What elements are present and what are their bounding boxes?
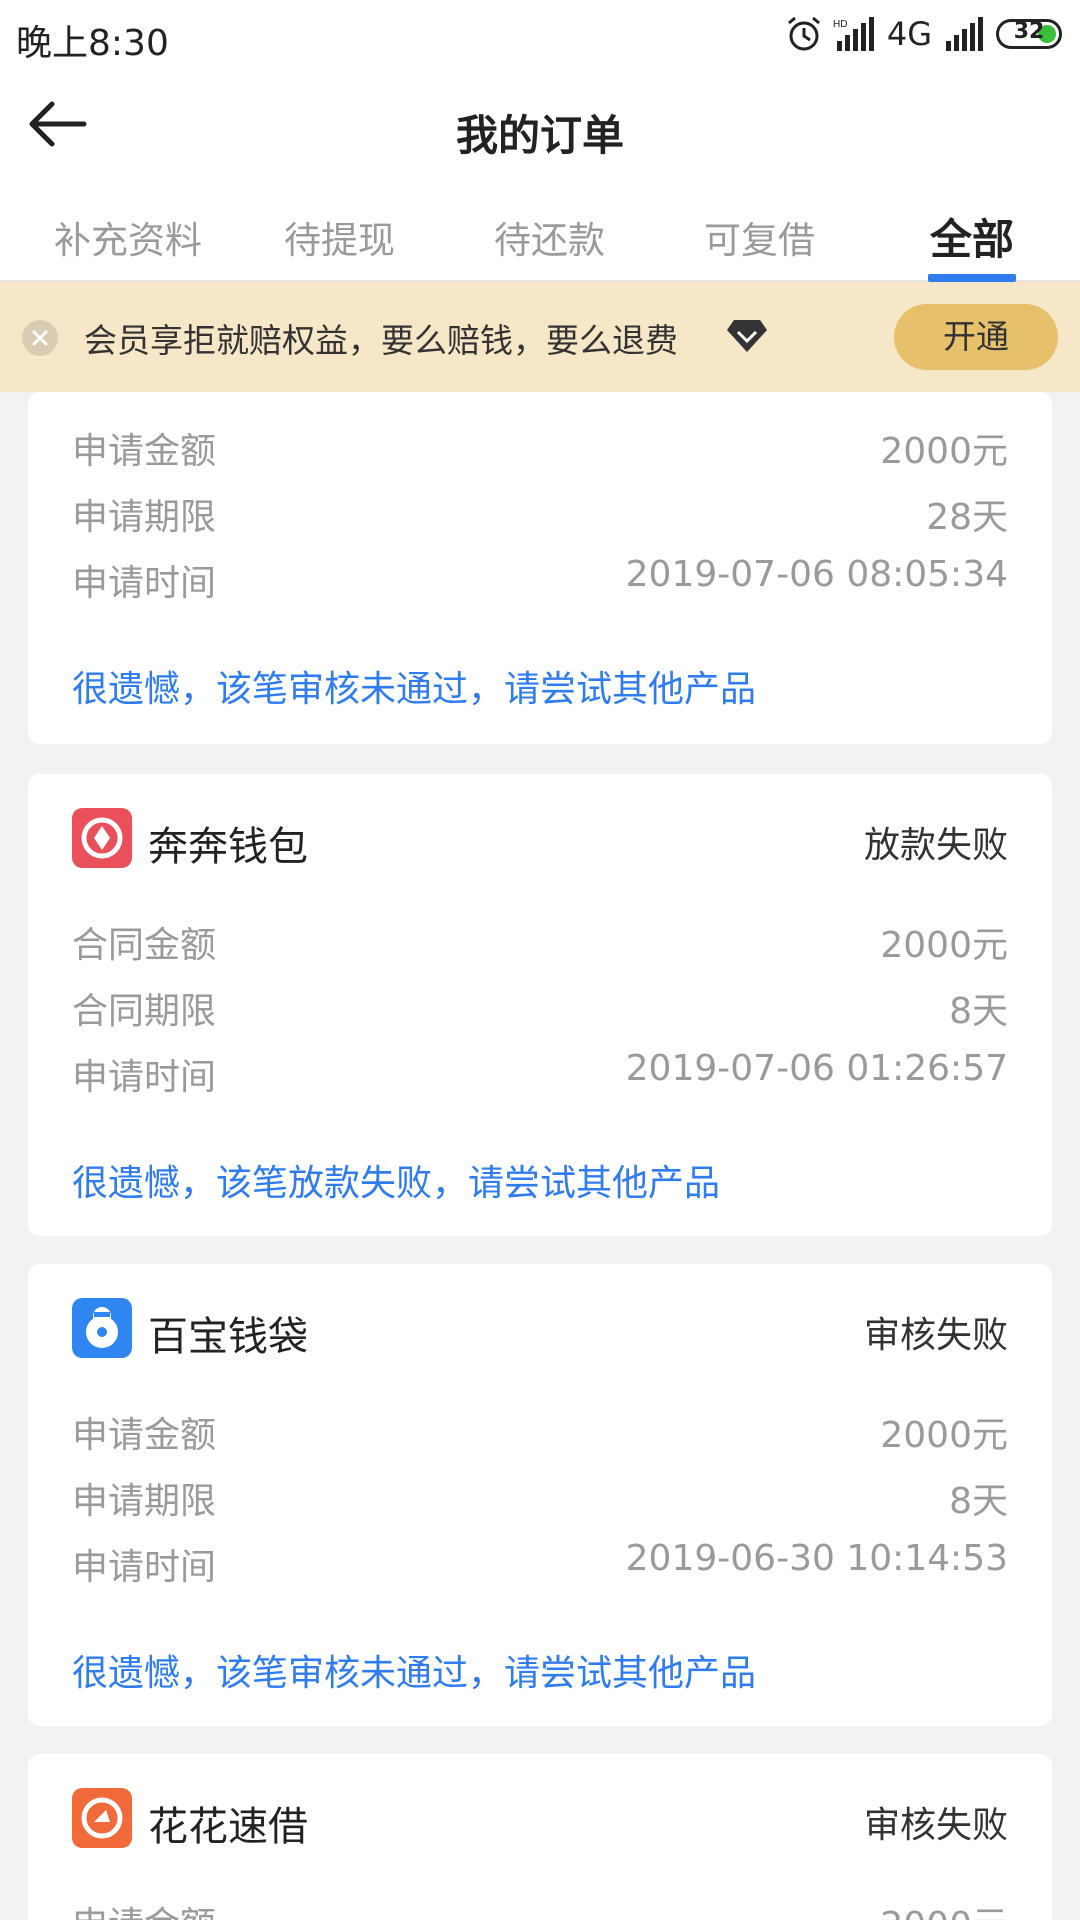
order-row: 申请金额 2000元 (72, 1896, 1008, 1920)
row-label: 申请期限 (72, 1481, 217, 1522)
row-label: 申请时间 (72, 563, 217, 604)
tab-supplement-info[interactable]: 补充资料 (54, 210, 202, 264)
row-value: 2000元 (880, 925, 1008, 966)
order-row: 申请时间 2019-06-30 10:14:53 (72, 1538, 1008, 1588)
row-label: 申请时间 (72, 1057, 217, 1098)
close-icon[interactable] (22, 320, 58, 356)
row-value: 2000元 (880, 431, 1008, 472)
order-row: 申请金额 2000元 (72, 1406, 1008, 1456)
banner-text: 会员享拒就赔权益，要么赔钱，要么退费 (84, 321, 678, 360)
order-row: 申请期限 8天 (72, 1472, 1008, 1522)
row-value: 2000元 (880, 1896, 1008, 1920)
order-card-header: 百宝钱袋 审核失败 (72, 1298, 1008, 1360)
row-value: 8天 (949, 1481, 1008, 1522)
row-label: 申请期限 (72, 497, 217, 538)
tab-pending-withdraw[interactable]: 待提现 (284, 210, 395, 264)
row-value: 2019-06-30 10:14:53 (625, 1538, 1008, 1579)
row-label: 合同金额 (72, 925, 217, 966)
signal-icon (946, 17, 983, 51)
membership-banner: 会员享拒就赔权益，要么赔钱，要么退费 开通 (0, 282, 1080, 392)
row-label: 申请金额 (72, 431, 217, 472)
row-value: 2000元 (880, 1415, 1008, 1456)
app-name: 花花速借 (148, 1804, 308, 1850)
app-name: 奔奔钱包 (148, 824, 308, 870)
order-status: 审核失败 (863, 1805, 1008, 1846)
row-value: 28天 (926, 497, 1008, 538)
alarm-icon (787, 16, 820, 51)
tab-all[interactable]: 全部 (930, 206, 1014, 267)
signal-hd-icon: HD (833, 17, 874, 51)
order-row: 合同金额 2000元 (72, 916, 1008, 966)
row-value: 2019-07-06 08:05:34 (625, 554, 1008, 595)
order-message: 很遗憾，该笔审核未通过，请尝试其他产品 (72, 1653, 757, 1694)
order-card[interactable]: 百宝钱袋 审核失败 申请金额 2000元 申请期限 8天 申请时间 2019-0… (28, 1264, 1052, 1726)
order-message: 很遗憾，该笔放款失败，请尝试其他产品 (72, 1163, 721, 1204)
row-value: 2019-07-06 01:26:57 (625, 1048, 1008, 1089)
order-message: 很遗憾，该笔审核未通过，请尝试其他产品 (72, 669, 757, 710)
battery-icon: 32 (996, 19, 1062, 49)
network-type: 4G (886, 15, 932, 53)
status-time: 晚上8:30 (16, 23, 169, 64)
app-name: 百宝钱袋 (148, 1314, 308, 1360)
status-bar: 晚上8:30 HD 4G 32 (0, 0, 1080, 68)
order-card[interactable]: 申请金额 2000元 申请期限 28天 申请时间 2019-07-06 08:0… (28, 392, 1052, 744)
activate-button[interactable]: 开通 (894, 304, 1058, 370)
order-row: 申请金额 2000元 (72, 422, 1008, 472)
tab-reborrow[interactable]: 可复借 (704, 210, 815, 264)
huahua-sujie-logo-icon (72, 1788, 132, 1848)
header: 我的订单 (0, 68, 1080, 186)
order-row: 申请期限 28天 (72, 488, 1008, 538)
order-row: 合同期限 8天 (72, 982, 1008, 1032)
baibao-qiandai-logo-icon (72, 1298, 132, 1358)
row-label: 申请金额 (72, 1896, 216, 1920)
order-card[interactable]: 花花速借 审核失败 申请金额 2000元 (28, 1754, 1052, 1920)
svg-text:HD: HD (833, 19, 847, 30)
order-status: 放款失败 (863, 825, 1008, 866)
status-icons: HD 4G 32 (785, 14, 1062, 54)
row-label: 申请金额 (72, 1415, 217, 1456)
order-tabs: 补充资料 待提现 待还款 可复借 全部 (0, 186, 1080, 282)
diamond-icon (727, 320, 767, 352)
row-value: 8天 (949, 991, 1008, 1032)
order-row: 申请时间 2019-07-06 01:26:57 (72, 1048, 1008, 1098)
row-label: 合同期限 (72, 991, 217, 1032)
order-card-header: 奔奔钱包 放款失败 (72, 808, 1008, 870)
active-tab-indicator (928, 274, 1016, 282)
order-card[interactable]: 奔奔钱包 放款失败 合同金额 2000元 合同期限 8天 申请时间 2019-0… (28, 774, 1052, 1236)
benben-wallet-logo-icon (72, 808, 132, 868)
row-label: 申请时间 (72, 1547, 217, 1588)
order-card-header: 花花速借 审核失败 (72, 1788, 1008, 1850)
battery-level: 32 (1013, 19, 1045, 44)
order-status: 审核失败 (863, 1315, 1008, 1356)
tab-pending-repay[interactable]: 待还款 (494, 210, 605, 264)
page-title: 我的订单 (455, 111, 624, 160)
order-row: 申请时间 2019-07-06 08:05:34 (72, 554, 1008, 604)
